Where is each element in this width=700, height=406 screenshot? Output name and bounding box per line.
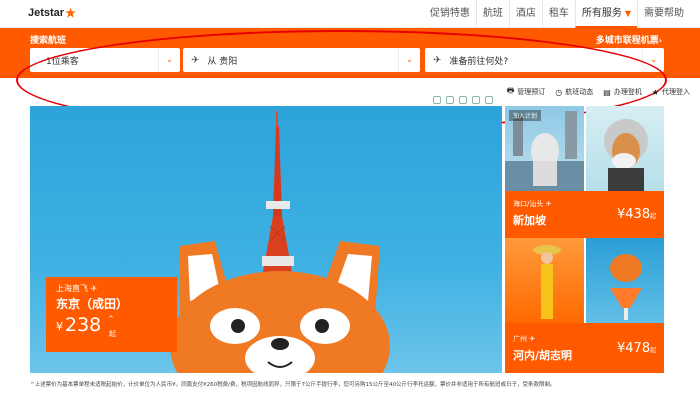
flight-status-link[interactable]: ◷ 航班动态 — [555, 85, 593, 99]
vietnam-woman-image[interactable] — [505, 238, 584, 323]
fare-footnote: ^上述票价为基本票单程未适税起始价，计价单位为人民币¥，同篇支付¥260税费/费… — [30, 382, 556, 388]
singapore-price-unit: 起 — [650, 213, 657, 220]
hero-price-unit: 起 — [109, 330, 116, 338]
multi-city-label: 多城市联程机票 — [595, 36, 659, 46]
clock-icon: ◷ — [555, 87, 563, 97]
manage-booking-label: 管理预订 — [517, 88, 546, 96]
join-badge: 加入计划 — [509, 110, 542, 121]
flight-status-label: 航班动态 — [565, 88, 594, 96]
fox-cocktail-graphic — [610, 254, 642, 320]
fox-drink-image[interactable] — [586, 238, 664, 323]
star-icon: ★ — [65, 6, 76, 20]
chevron-right-icon: › — [658, 36, 662, 45]
nav-item-car-rental[interactable]: 租车 — [541, 0, 575, 28]
hanoi-route-label: 广州 ✈ — [513, 334, 535, 344]
lion-mascot-image[interactable] — [586, 106, 664, 191]
nav-item-flights[interactable]: 航班 — [475, 0, 509, 28]
chevron-down-icon: ▼ — [624, 9, 631, 18]
hanoi-price-unit: 起 — [650, 347, 657, 354]
agent-login-link[interactable]: ★ 代理登入 — [652, 85, 690, 99]
top-nav-bar: Jetstar ★ 促销特惠 航班 酒店 租车 所有服务 ▼ 需要帮助 — [0, 0, 700, 28]
nav-item-deals[interactable]: 促销特惠 — [424, 0, 476, 28]
hanoi-destination: 河内/胡志明 — [513, 349, 573, 362]
singapore-destination: 新加坡 — [513, 214, 546, 227]
nav-item-all-services[interactable]: 所有服务 ▼ — [574, 0, 637, 28]
lion-mascot-graphic — [604, 119, 648, 191]
singapore-deal-card[interactable]: 海口/汕头 ✈ 新加坡 ¥438起 — [505, 191, 664, 238]
hero-currency: ¥ — [56, 320, 63, 333]
plane-icon: ✈ — [90, 284, 98, 293]
square-icon[interactable] — [433, 96, 441, 104]
multi-city-link[interactable]: 多城市联程机票› — [596, 33, 662, 46]
plane-icon: ✈ — [545, 200, 552, 208]
hero-price: 238 — [65, 314, 102, 336]
logo-text: Jetstar — [28, 7, 65, 19]
jetstar-logo[interactable]: Jetstar ★ — [28, 7, 76, 19]
image-icon[interactable] — [472, 96, 480, 104]
hero-price-footnote-mark: ^ — [108, 315, 114, 323]
check-in-link[interactable]: ▤ 办理登机 — [603, 85, 642, 99]
utility-links: 🖶 管理预订 ◷ 航班动态 ▤ 办理登机 ★ 代理登入 — [507, 85, 690, 99]
singapore-price: ¥438起 — [617, 207, 656, 222]
hero-route-text: 上海直飞 — [56, 284, 88, 293]
hanoi-route-text: 广州 — [513, 335, 527, 343]
singapore-price-value: ¥438 — [617, 207, 651, 222]
singapore-route-label: 海口/汕头 ✈ — [513, 199, 551, 209]
nav-item-help[interactable]: 需要帮助 — [637, 0, 690, 28]
hero-destination: 东京（成田） — [56, 297, 129, 311]
boarding-pass-icon: ▤ — [603, 87, 611, 97]
settings-icon[interactable] — [485, 96, 493, 104]
printer-icon: 🖶 — [506, 86, 515, 95]
main-nav: 促销特惠 航班 酒店 租车 所有服务 ▼ 需要帮助 — [424, 0, 690, 28]
woman-ao-dai-graphic — [533, 245, 561, 319]
singapore-route-text: 海口/汕头 — [513, 200, 544, 208]
plane-icon: ✈ — [529, 335, 536, 343]
expand-icon[interactable] — [446, 96, 454, 104]
toolbar-mini-icons — [433, 96, 493, 104]
star-icon: ★ — [651, 87, 659, 97]
check-in-label: 办理登机 — [613, 88, 642, 96]
hero-price-card[interactable]: 上海直飞 ✈ 东京（成田） ¥ 238 ^ 起 — [46, 277, 177, 352]
nav-item-all-services-label: 所有服务 — [581, 8, 622, 19]
nav-item-hotels[interactable]: 酒店 — [508, 0, 542, 28]
search-title: 搜索航班 — [30, 36, 67, 46]
agent-login-label: 代理登入 — [662, 88, 690, 96]
hero-route-label: 上海直飞 ✈ — [56, 283, 97, 294]
hanoi-price: ¥478起 — [617, 341, 656, 356]
manage-booking-link[interactable]: 🖶 管理预订 — [507, 85, 546, 99]
hanoi-price-value: ¥478 — [617, 341, 651, 356]
hanoi-deal-card[interactable]: 广州 ✈ 河内/胡志明 ¥478起 — [505, 323, 664, 373]
grid-icon[interactable] — [459, 96, 467, 104]
